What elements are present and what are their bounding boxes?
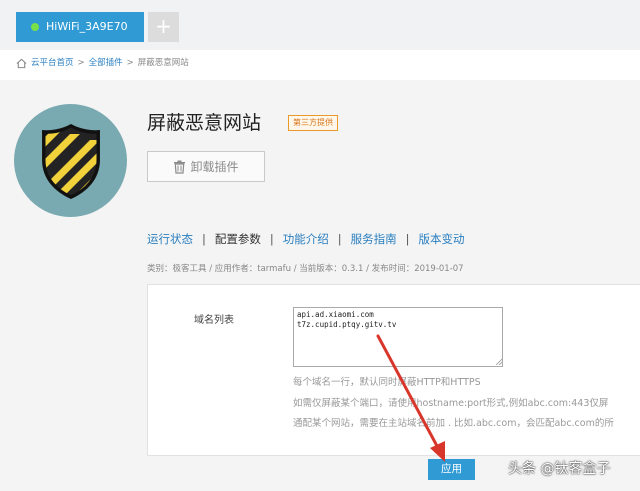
third-party-badge: 第三方提供 bbox=[288, 115, 338, 131]
apply-button[interactable]: 应用 bbox=[428, 459, 475, 480]
device-name: HiWiFi_3A9E70 bbox=[46, 20, 128, 33]
device-tab[interactable]: HiWiFi_3A9E70 bbox=[16, 12, 144, 42]
page-title: 屏蔽恶意网站 bbox=[147, 112, 262, 134]
add-device-button[interactable]: + bbox=[148, 12, 179, 42]
hint-text: 每个域名一行，默认同时屏蔽HTTP和HTTPS bbox=[293, 377, 481, 388]
nav-separator: | bbox=[405, 232, 410, 246]
resize-grip-icon[interactable] bbox=[495, 358, 502, 365]
nav-separator: | bbox=[202, 232, 206, 246]
plugin-meta: 类别：极客工具 / 应用作者：tarmafu / 当前版本：0.3.1 / 发布… bbox=[147, 264, 464, 274]
plugin-nav: 运行状态 | 配置参数 | 功能介绍 | 服务指南 | 版本变动 bbox=[147, 231, 465, 247]
home-icon bbox=[16, 58, 27, 68]
hint-text: 通配某个网站，需要在主站域名前加 . 比如.abc.com，会匹配abc.com… bbox=[293, 418, 614, 429]
domain-list-input[interactable]: api.ad.xiaomi.com t7z.cupid.ptqy.gitv.tv bbox=[293, 307, 503, 367]
uninstall-plugin-label: 卸载插件 bbox=[190, 160, 239, 174]
tab-service-guide[interactable]: 服务指南 bbox=[351, 231, 397, 247]
tab-config-params[interactable]: 配置参数 bbox=[215, 231, 261, 247]
nav-separator: | bbox=[269, 232, 274, 246]
tab-version-changes[interactable]: 版本变动 bbox=[419, 231, 465, 247]
hint-text: 如需仅屏蔽某个端口，请使用hostname:port形式,例如abc.com:4… bbox=[293, 398, 609, 409]
tab-feature-intro[interactable]: 功能介绍 bbox=[283, 231, 329, 247]
breadcrumb-separator: > bbox=[126, 58, 134, 68]
online-status-icon bbox=[31, 23, 39, 31]
breadcrumb: 云平台首页 > 全部插件 > 屏蔽恶意网站 bbox=[16, 56, 189, 70]
plugin-logo bbox=[14, 104, 127, 217]
top-bar: HiWiFi_3A9E70 + bbox=[0, 0, 640, 50]
tab-run-status[interactable]: 运行状态 bbox=[147, 231, 193, 247]
breadcrumb-current: 屏蔽恶意网站 bbox=[137, 58, 189, 68]
shield-icon bbox=[42, 124, 100, 199]
watermark: 头条 @钛客盒子 bbox=[508, 461, 611, 477]
uninstall-plugin-button[interactable]: 卸载插件 bbox=[147, 151, 265, 182]
breadcrumb-home-link[interactable]: 云平台首页 bbox=[31, 56, 74, 70]
nav-separator: | bbox=[337, 232, 342, 246]
breadcrumb-separator: > bbox=[77, 58, 85, 68]
trash-icon bbox=[174, 160, 186, 174]
domain-list-label: 域名列表 bbox=[194, 315, 234, 326]
breadcrumb-all-plugins-link[interactable]: 全部插件 bbox=[89, 56, 123, 70]
